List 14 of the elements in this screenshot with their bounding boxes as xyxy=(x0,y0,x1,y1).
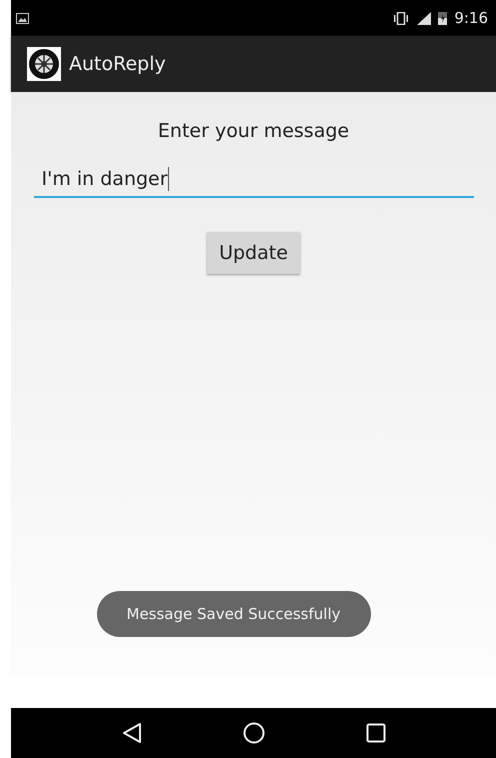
back-icon[interactable] xyxy=(121,722,144,744)
recents-icon[interactable] xyxy=(366,723,386,743)
message-label: Enter your message xyxy=(158,120,350,142)
signal-icon xyxy=(417,12,432,24)
vibrate-icon xyxy=(392,12,410,24)
wheel-logo-icon xyxy=(27,47,61,81)
battery-icon xyxy=(438,11,448,25)
message-field[interactable]: I'm in danger xyxy=(34,166,474,198)
home-icon[interactable] xyxy=(243,722,266,744)
toast-message: Message Saved Successfully xyxy=(96,591,370,637)
status-time: 9:16 xyxy=(454,9,488,27)
image-notification-icon xyxy=(16,12,29,24)
update-button[interactable]: Update xyxy=(207,232,300,274)
app-title: AutoReply xyxy=(69,53,166,75)
